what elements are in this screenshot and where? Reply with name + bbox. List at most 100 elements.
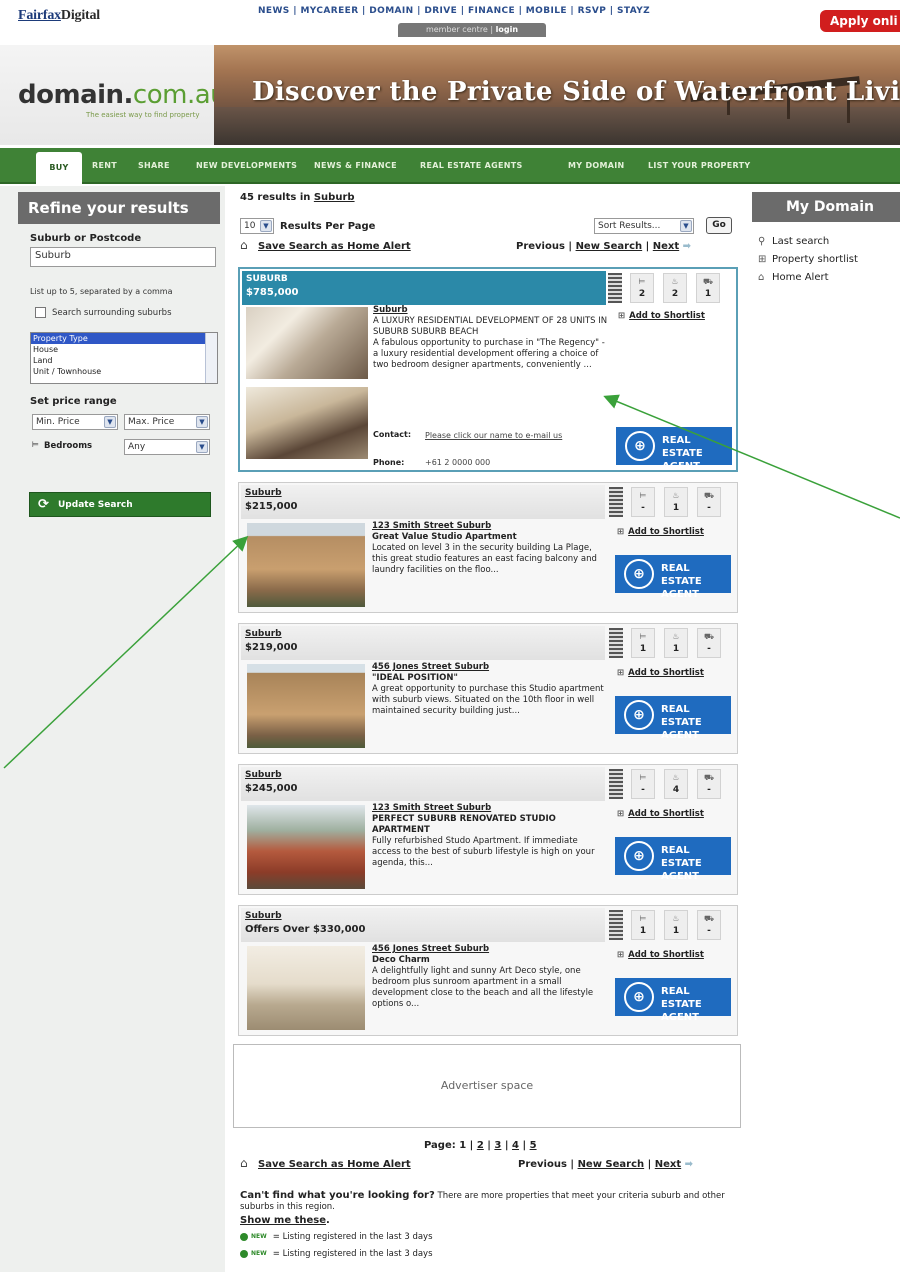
listing-address[interactable]: 456 Jones Street Suburb: [372, 662, 607, 673]
listing-suburb[interactable]: SUBURB: [246, 273, 602, 286]
agent-logo[interactable]: ⊕ REAL ESTATE AGENT: [615, 696, 731, 741]
logo-main-text: domain.: [18, 80, 133, 110]
sort-select[interactable]: Sort Results... ▼: [594, 218, 694, 234]
network-links[interactable]: NEWS | MYCAREER | DOMAIN | DRIVE | FINAN…: [258, 6, 650, 16]
listing-suburb[interactable]: Suburb: [245, 910, 601, 923]
listing-card[interactable]: Suburb $215,000 ⊨ - ♨ 1 ⛟ - 123 Smith Street…: [238, 482, 738, 613]
listing-photo[interactable]: [247, 664, 365, 748]
listing-card-featured[interactable]: SUBURB $785,000 ⊨ 2 ♨ 2 ⛟ 1 Suburb A LUXURY …: [238, 267, 738, 472]
new-search-link[interactable]: New Search: [578, 1159, 645, 1170]
surrounding-checkbox[interactable]: [35, 307, 46, 318]
update-search-button[interactable]: ⟳ Update Search: [29, 492, 211, 517]
bath-icon: ♨: [672, 773, 680, 782]
member-centre-link[interactable]: member centre |: [426, 25, 493, 34]
contact-email-link[interactable]: Please click our name to e-mail us: [425, 430, 575, 441]
save-search-alert-link[interactable]: Save Search as Home Alert: [258, 1159, 411, 1170]
globe-icon: ⊕: [624, 700, 654, 730]
nav-new-developments[interactable]: NEW DEVELOPMENTS: [196, 148, 297, 184]
listing-price: $245,000: [245, 783, 298, 794]
my-domain-panel: [748, 186, 900, 1272]
my-domain-title: My Domain: [752, 192, 900, 222]
listing-card[interactable]: Suburb Offers Over $330,000 ⊨ 1 ♨ 1 ⛟ - 456 …: [238, 905, 738, 1036]
shortlist-icon: ⊞: [617, 527, 625, 537]
login-link[interactable]: login: [496, 25, 518, 34]
previous-link[interactable]: Previous |: [518, 1159, 574, 1170]
listing-photo[interactable]: [247, 946, 365, 1030]
listing-address[interactable]: 123 Smith Street Suburb: [372, 521, 607, 532]
suburb-input[interactable]: Suburb: [30, 247, 216, 267]
member-centre-tab[interactable]: member centre | login: [398, 23, 546, 37]
agent-logo[interactable]: ⊕ REAL ESTATE AGENT: [615, 555, 731, 600]
agent-logo[interactable]: ⊕ REAL ESTATE AGENT: [615, 978, 731, 1023]
nav-rent[interactable]: RENT: [92, 148, 117, 184]
property-type-option[interactable]: House: [31, 344, 217, 355]
listing-suburb[interactable]: Suburb: [245, 487, 601, 500]
waterfront-banner[interactable]: Discover the Private Side of Waterfront …: [214, 45, 900, 145]
listing-photo[interactable]: [247, 523, 365, 607]
show-me-these-link[interactable]: Show me these: [240, 1215, 326, 1226]
home-alert-label: Home Alert: [772, 272, 829, 283]
property-shortlist-link[interactable]: ⊞ Property shortlist: [758, 254, 858, 265]
listing-card[interactable]: Suburb $219,000 ⊨ 1 ♨ 1 ⛟ - 456 Jones Street…: [238, 623, 738, 754]
per-page-label: Results Per Page: [280, 221, 376, 232]
save-search-alert-link[interactable]: Save Search as Home Alert: [258, 241, 411, 252]
listbox-scrollbar[interactable]: [205, 333, 217, 383]
next-link[interactable]: Next: [655, 1159, 681, 1170]
listing-photo[interactable]: [246, 307, 368, 379]
add-to-shortlist-link[interactable]: ⊞ Add to Shortlist: [617, 527, 704, 537]
next-link[interactable]: Next: [653, 241, 679, 252]
previous-link[interactable]: Previous |: [516, 241, 572, 252]
shortlist-icon: ⊞: [617, 668, 625, 678]
page-link[interactable]: 5: [530, 1140, 537, 1151]
next-arrow-icon: ➡: [684, 1159, 694, 1170]
nav-news-finance[interactable]: NEWS & FINANCE: [314, 148, 397, 184]
fairfax-digital-logo[interactable]: FairfaxDigital: [18, 8, 100, 24]
agent-logo[interactable]: ⊕ REAL ESTATE AGENT: [615, 837, 731, 882]
add-to-shortlist-link[interactable]: ⊞ Add to Shortlist: [617, 809, 704, 819]
apply-online-button[interactable]: Apply onli: [820, 10, 900, 32]
nav-my-domain[interactable]: MY DOMAIN: [568, 148, 625, 184]
page-link[interactable]: 3: [494, 1140, 501, 1151]
property-type-option[interactable]: Property Type: [31, 333, 217, 344]
listing-address[interactable]: Suburb: [373, 305, 608, 316]
add-to-shortlist-link[interactable]: ⊞ Add to Shortlist: [617, 668, 704, 678]
max-price-value: Max. Price: [128, 417, 175, 427]
go-button[interactable]: Go: [706, 217, 732, 234]
listing-address[interactable]: 456 Jones Street Suburb: [372, 944, 607, 955]
page-link[interactable]: 4: [512, 1140, 519, 1151]
property-type-list[interactable]: Property Type House Land Unit / Townhous…: [30, 332, 218, 384]
page-numbers: Page: 1 | 2 | 3 | 4 | 5: [424, 1140, 537, 1151]
listing-suburb[interactable]: Suburb: [245, 769, 601, 782]
nav-share[interactable]: SHARE: [138, 148, 170, 184]
baths-count: 1: [672, 926, 680, 936]
per-page-select[interactable]: 10 ▼: [240, 218, 274, 234]
nav-buy[interactable]: BUY: [36, 152, 82, 186]
nav-list-your-property[interactable]: LIST YOUR PROPERTY: [648, 148, 750, 184]
nav-real-estate-agents[interactable]: REAL ESTATE AGENTS: [420, 148, 523, 184]
listing-photo[interactable]: [247, 805, 365, 889]
listing-address[interactable]: 123 Smith Street Suburb: [372, 803, 607, 814]
parking-stat: ⛟ -: [697, 910, 721, 940]
last-search-link[interactable]: ⚲ Last search: [758, 236, 829, 247]
add-to-shortlist-link[interactable]: ⊞ Add to Shortlist: [617, 950, 704, 960]
listing-card[interactable]: Suburb $245,000 ⊨ - ♨ 4 ⛟ - 123 Smith Street…: [238, 764, 738, 895]
advertiser-space[interactable]: Advertiser space: [233, 1044, 741, 1128]
results-suburb-link[interactable]: Suburb: [314, 192, 355, 203]
new-search-link[interactable]: New Search: [576, 241, 643, 252]
add-to-shortlist-link[interactable]: ⊞ Add to Shortlist: [618, 311, 705, 321]
car-icon: ⛟: [702, 277, 714, 286]
legend-new-label: NEW: [251, 1233, 267, 1240]
listing-photo[interactable]: [246, 387, 368, 459]
show-me-these[interactable]: Show me these.: [240, 1215, 330, 1226]
home-alert-link[interactable]: ⌂ Home Alert: [758, 272, 829, 283]
agent-logo[interactable]: ⊕ REAL ESTATE AGENT: [616, 427, 732, 472]
bedrooms-select[interactable]: Any ▼: [124, 439, 210, 455]
min-price-select[interactable]: Min. Price ▼: [32, 414, 118, 430]
max-price-select[interactable]: Max. Price ▼: [124, 414, 210, 430]
domain-logo[interactable]: domain.com.au: [18, 80, 227, 110]
logo-tagline: The easiest way to find property: [86, 111, 200, 119]
listing-suburb[interactable]: Suburb: [245, 628, 601, 641]
page-link[interactable]: 2: [477, 1140, 484, 1151]
property-type-option[interactable]: Unit / Townhouse: [31, 366, 217, 377]
property-type-option[interactable]: Land: [31, 355, 217, 366]
